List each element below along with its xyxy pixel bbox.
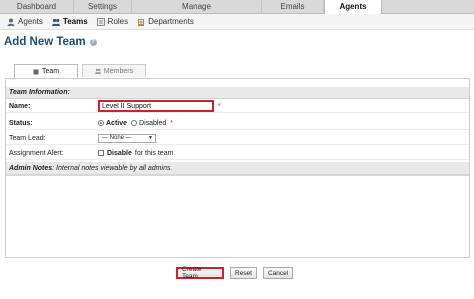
tab-members[interactable]: Members — [82, 64, 146, 77]
form-buttons: Create Team Reset Cancel — [176, 266, 299, 280]
top-nav: Dashboard Settings Manage Emails Agents — [0, 0, 474, 15]
subnav-label: Departments — [148, 17, 194, 26]
team-icon — [33, 69, 39, 74]
team-lead-value: — None — — [102, 135, 132, 141]
tab-agents[interactable]: Agents — [324, 0, 382, 15]
subnav-item-teams[interactable]: Teams — [51, 17, 88, 26]
status-active-radio[interactable] — [98, 120, 104, 126]
section-header-admin-notes: Admin Notes: Internal notes viewable by … — [6, 162, 469, 175]
subnav-item-agents[interactable]: Agents — [7, 17, 43, 26]
name-input[interactable] — [98, 100, 214, 112]
status-row: Status: Active Disabled * — [6, 117, 469, 130]
disable-label: Disable — [107, 149, 132, 157]
notes-title: Admin Notes — [9, 165, 53, 172]
status-disabled-label: Disabled — [139, 119, 167, 127]
assignment-alert-label: Assignment Alert: — [9, 149, 64, 157]
create-team-button[interactable]: Create Team — [176, 266, 224, 280]
subnav-item-roles[interactable]: Roles — [96, 17, 129, 26]
assignment-alert-row: Assignment Alert: Disable for this team — [6, 147, 469, 160]
section-title: Team Information — [9, 89, 68, 96]
agent-icon — [7, 18, 15, 26]
name-label: Name: — [9, 102, 31, 110]
tab-team-label: Team — [41, 68, 60, 75]
disable-alert-checkbox[interactable] — [98, 150, 104, 156]
disable-suffix: for this team — [134, 149, 174, 157]
team-form: Team Information: Name: * Status: Active… — [5, 78, 470, 258]
teams-icon — [51, 18, 60, 26]
sub-nav: Agents Teams Roles Departments — [0, 14, 474, 30]
required-mark: * — [170, 119, 173, 127]
page-title-text: Add New Team — [4, 36, 86, 48]
tab-emails[interactable]: Emails — [262, 0, 324, 14]
notes-desc: : Internal notes viewable by all admins. — [52, 165, 173, 172]
team-lead-label: Team Lead: — [9, 134, 46, 142]
team-lead-select[interactable]: — None — ▼ — [98, 133, 156, 143]
tab-dashboard[interactable]: Dashboard — [0, 0, 74, 14]
tab-members-label: Members — [103, 67, 134, 75]
tab-settings[interactable]: Settings — [74, 0, 132, 14]
subnav-label: Teams — [62, 17, 88, 26]
team-lead-row: Team Lead: — None — ▼ — [6, 132, 469, 145]
page-title: Add New Team ? — [4, 36, 97, 48]
tab-team[interactable]: Team — [14, 64, 78, 78]
reset-button[interactable]: Reset — [230, 267, 257, 279]
status-label: Status: — [9, 119, 33, 127]
name-row: Name: * — [6, 100, 469, 113]
required-mark: * — [218, 102, 221, 110]
departments-icon — [138, 18, 145, 26]
admin-notes-editor[interactable] — [6, 175, 469, 257]
status-disabled-radio[interactable] — [131, 120, 138, 126]
members-icon — [94, 68, 101, 74]
subnav-label: Roles — [107, 17, 129, 26]
tab-manage[interactable]: Manage — [132, 0, 262, 14]
subnav-label: Agents — [18, 17, 43, 26]
form-tabs: Team Members — [14, 64, 150, 78]
cancel-button[interactable]: Cancel — [262, 267, 294, 279]
status-active-label: Active — [106, 119, 128, 127]
subnav-item-departments[interactable]: Departments — [137, 17, 194, 26]
section-header-team-info: Team Information: — [6, 87, 469, 99]
help-icon[interactable]: ? — [89, 38, 97, 46]
roles-icon — [96, 17, 105, 26]
chevron-down-icon: ▼ — [148, 135, 153, 141]
